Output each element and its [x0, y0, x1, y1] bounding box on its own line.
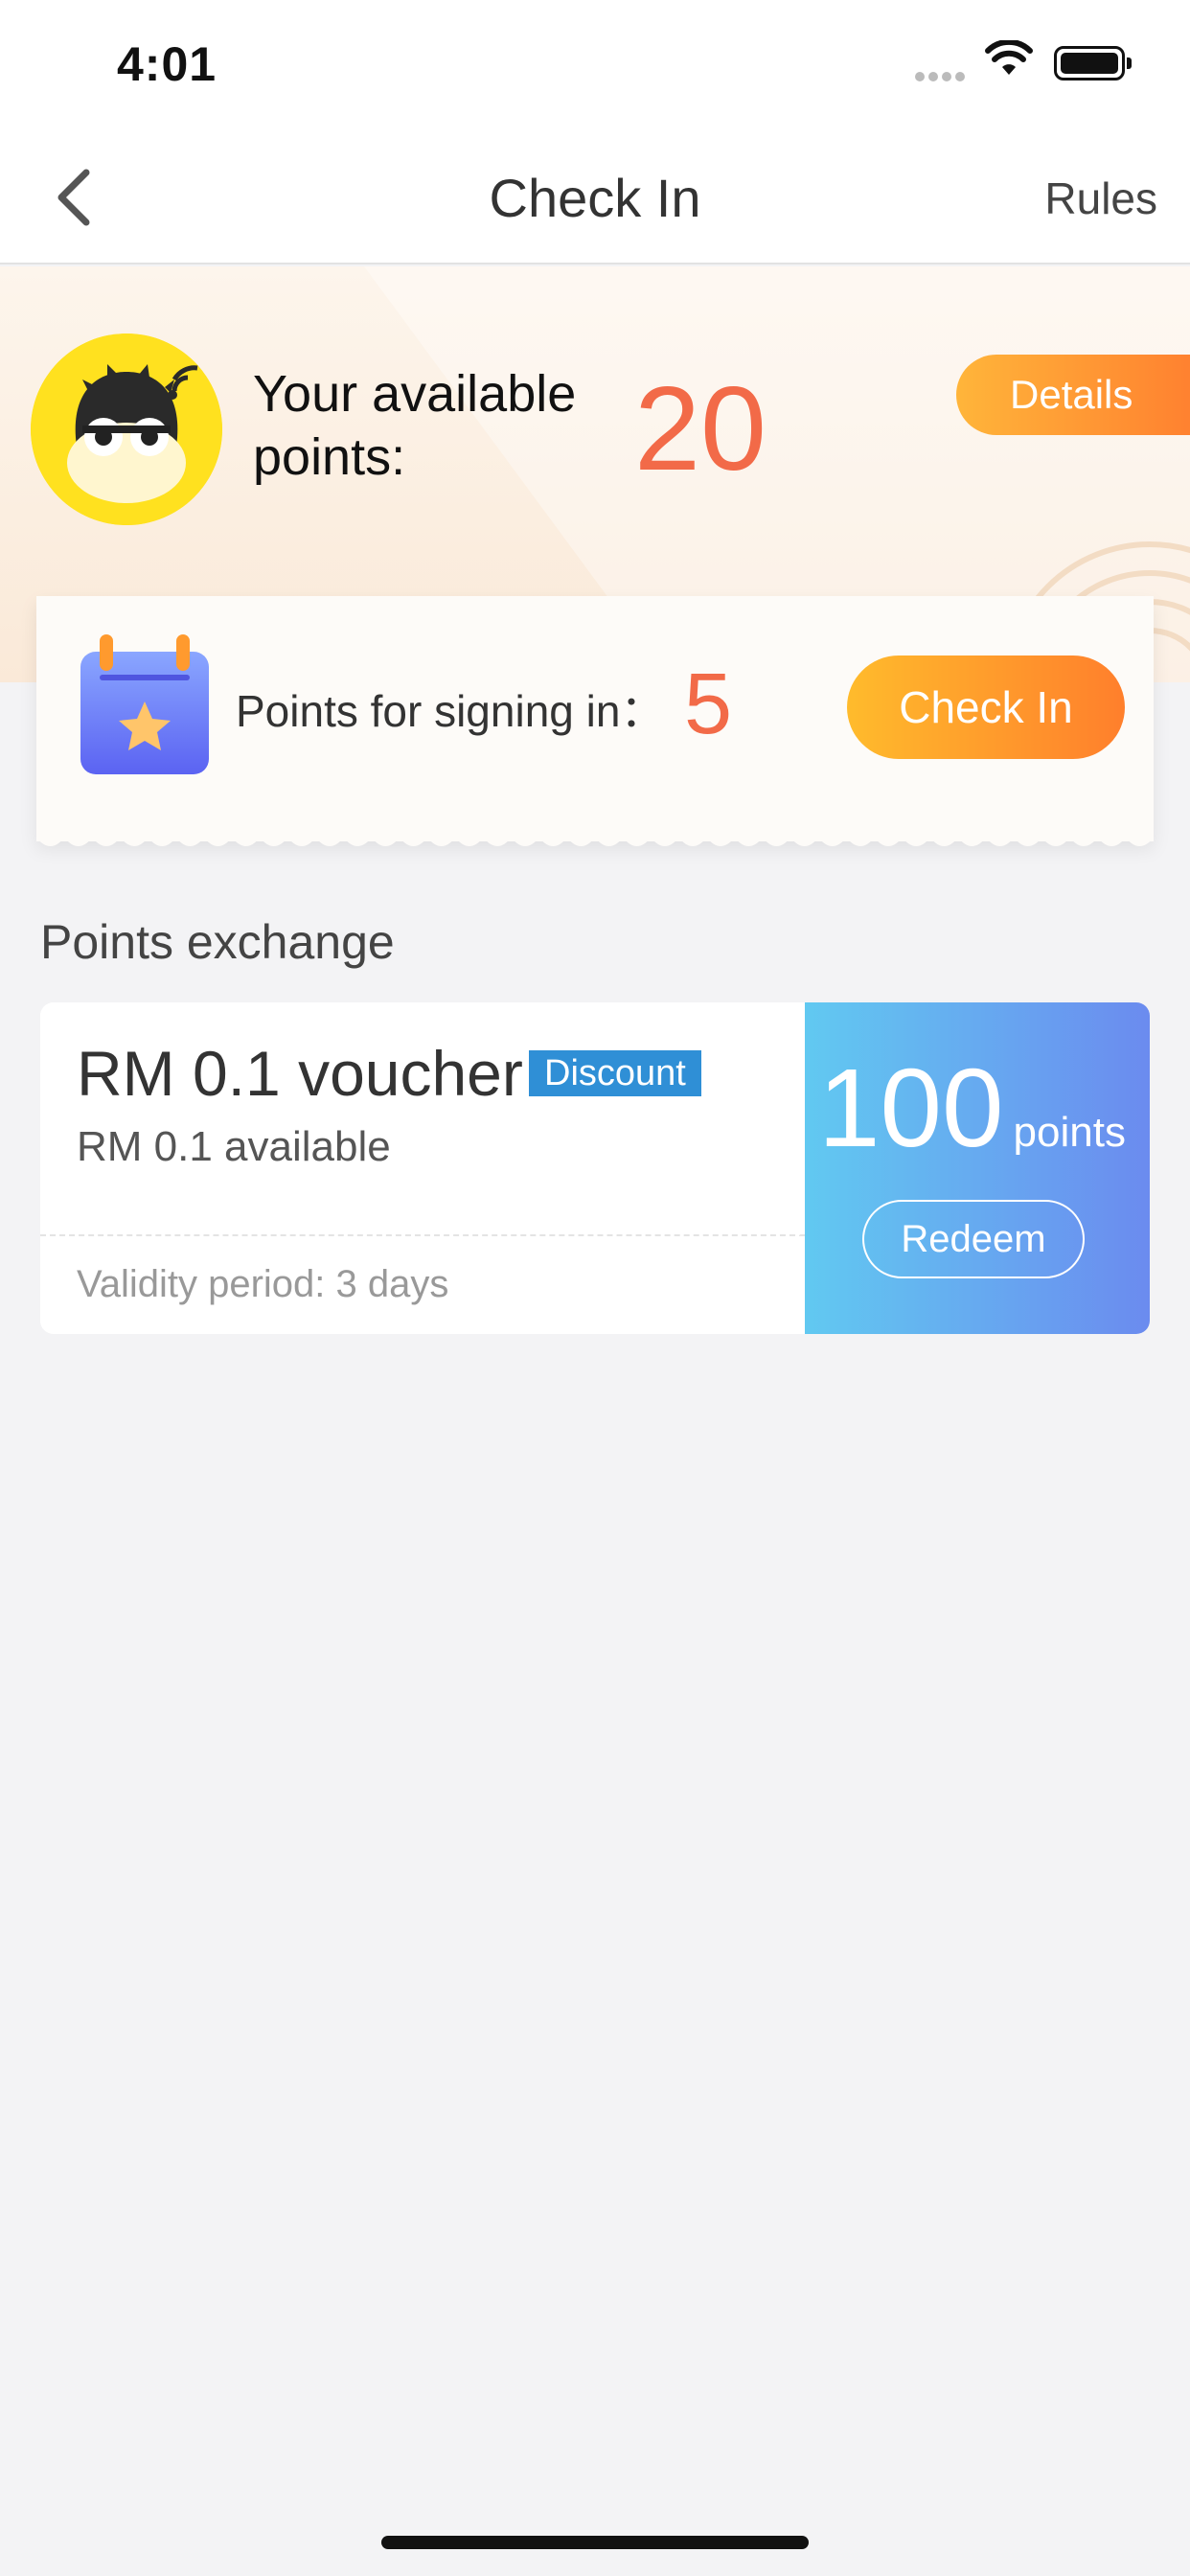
voucher-cost-unit: points	[1013, 1109, 1126, 1156]
status-time: 4:01	[117, 37, 217, 91]
details-button[interactable]: Details	[956, 355, 1190, 435]
voucher-subtitle: RM 0.1 available	[77, 1123, 391, 1170]
voucher-divider	[40, 1234, 805, 1236]
section-title-points-exchange: Points exchange	[40, 915, 395, 969]
status-bar: 4:01	[0, 0, 1190, 132]
redeem-button[interactable]: Redeem	[862, 1200, 1085, 1278]
calendar-star-icon	[79, 631, 213, 776]
home-indicator[interactable]	[381, 2536, 809, 2549]
signal-icon	[915, 69, 969, 86]
rules-link[interactable]: Rules	[1044, 172, 1157, 224]
voucher-title: RM 0.1 voucher	[77, 1038, 523, 1109]
battery-icon	[1054, 46, 1132, 80]
available-points-value: 20	[634, 363, 767, 495]
voucher-cost: 100 points	[818, 1041, 1126, 1175]
voucher-cost-value: 100	[818, 1046, 1004, 1170]
signin-points-label: Points for signing in：	[236, 686, 665, 736]
card-wavy-edge	[36, 830, 1154, 846]
signin-points-value: 5	[684, 656, 733, 752]
available-points-label: Your available points:	[253, 365, 577, 486]
wifi-icon	[985, 38, 1033, 83]
check-in-button[interactable]: Check In	[847, 656, 1125, 759]
voucher-tag-badge: Discount	[529, 1050, 701, 1096]
page-title: Check In	[489, 168, 701, 228]
voucher-info: RM 0.1 voucher Discount RM 0.1 available…	[40, 1002, 805, 1334]
voucher-validity: Validity period: 3 days	[77, 1263, 449, 1305]
voucher-redeem-panel: 100 points Redeem	[805, 1002, 1150, 1334]
mascot-avatar-icon	[31, 334, 222, 525]
voucher-serrated-edge	[797, 1002, 805, 1334]
nav-bar: Check In Rules	[0, 132, 1190, 264]
checkin-card: Points for signing in： 5 Check In	[36, 596, 1154, 841]
check-in-page: 4:01 Check In Rules Your available point…	[0, 0, 1190, 2576]
voucher-card: RM 0.1 voucher Discount RM 0.1 available…	[40, 1002, 1150, 1334]
